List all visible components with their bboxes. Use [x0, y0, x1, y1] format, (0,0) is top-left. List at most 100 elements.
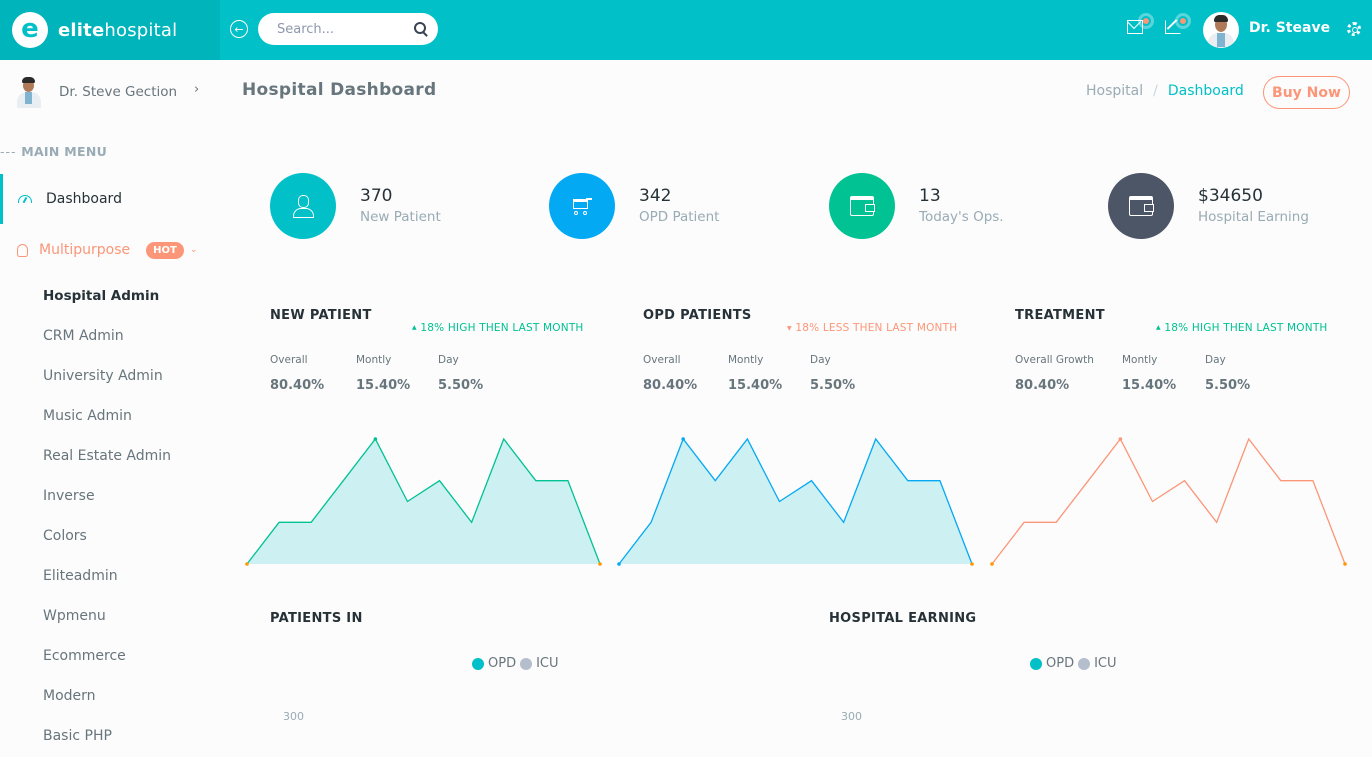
metric-label: Overall [643, 354, 681, 366]
sidebar-subitem-university-admin[interactable]: University Admin [43, 368, 163, 384]
legend-item-opd[interactable]: OPD [472, 656, 516, 671]
menu-label-text: MAIN MENU [21, 144, 108, 159]
sparkline-point [990, 562, 994, 566]
user-name[interactable]: Dr. Steave [1249, 20, 1330, 36]
hot-badge: HOT [146, 241, 184, 259]
sidebar-item-dashboard[interactable]: Dashboard [0, 174, 220, 224]
metric-label: Overall [270, 354, 308, 366]
gear-icon[interactable] [1347, 22, 1361, 36]
sidebar-item-multipurpose[interactable]: Multipurpose HOT ⌄ [0, 230, 220, 270]
legend-item-icu[interactable]: ICU [1078, 656, 1117, 671]
sidebar-subitem-eliteadmin[interactable]: Eliteadmin [43, 568, 118, 584]
metric-value: 80.40% [643, 378, 698, 393]
stat-hospital-earning: $34650 Hospital Earning [1108, 173, 1309, 239]
trend-indicator: ▲ 18% HIGH THEN LAST MONTH [412, 322, 584, 334]
legend-item-opd[interactable]: OPD [1030, 656, 1074, 671]
metric-value: 80.40% [270, 378, 325, 393]
sidebar-subitem-wpmenu[interactable]: Wpmenu [43, 608, 106, 624]
sidebar-subitem-music-admin[interactable]: Music Admin [43, 408, 132, 424]
mail-notification-dot [1138, 13, 1154, 29]
sparkline-new-patient [245, 437, 602, 566]
sparkline-area [247, 439, 600, 564]
avatar-image [14, 77, 44, 108]
breadcrumb-dashboard: Dashboard [1167, 83, 1244, 99]
breadcrumb-hospital[interactable]: Hospital [1086, 83, 1143, 99]
sidebar-subitem-modern[interactable]: Modern [43, 688, 96, 704]
legend-dot-icu [1078, 657, 1091, 670]
brand-text-rest: hospital [104, 19, 178, 41]
chevron-down-icon: ⌄ [189, 245, 198, 255]
edit-notification-dot [1175, 13, 1191, 29]
sparkline-point [681, 437, 685, 441]
stat-icon-circle [270, 173, 336, 239]
stat-label: Today's Ops. [919, 209, 1004, 225]
trend-text: 18% LESS THEN LAST MONTH [795, 322, 958, 334]
main-menu-label: --- MAIN MENU [0, 144, 107, 159]
metric-label: Montly [356, 354, 392, 366]
legend-label: OPD [488, 656, 517, 671]
metric-label: Day [438, 354, 459, 366]
legend-label: ICU [1094, 656, 1117, 671]
metric-value: 80.40% [1015, 378, 1070, 393]
metric-label: Day [1205, 354, 1226, 366]
menu-label-dash: --- [0, 144, 17, 159]
sidebar-subitem-crm-admin[interactable]: CRM Admin [43, 328, 124, 344]
sidebar-user-profile[interactable]: Dr. Steve Gection › [14, 76, 214, 108]
sidebar-subitem-inverse[interactable]: Inverse [43, 488, 95, 504]
stat-new-patient: 370 New Patient [270, 173, 441, 239]
trend-indicator: ▼ 18% LESS THEN LAST MONTH [787, 322, 957, 334]
wallet-icon [1129, 196, 1154, 216]
user-avatar[interactable] [1203, 12, 1239, 48]
sidebar-subitem-ecommerce[interactable]: Ecommerce [43, 648, 126, 664]
sidebar-user-name: Dr. Steve Gection [59, 84, 178, 100]
sparkline-opd-patients [617, 437, 974, 566]
trend-indicator: ▲ 18% HIGH THEN LAST MONTH [1156, 322, 1328, 334]
card-title: TREATMENT [1015, 308, 1105, 323]
sidebar-subitem-colors[interactable]: Colors [43, 528, 87, 544]
sparkline-point [598, 562, 602, 566]
search-box [258, 13, 438, 45]
brand-text-bold: elite [58, 19, 105, 41]
legend-dot-opd [1030, 657, 1042, 670]
legend-label: OPD [1046, 656, 1075, 671]
search-icon[interactable] [414, 22, 428, 36]
caret-up-icon: ▲ [1156, 324, 1161, 331]
caret-down-icon: ▼ [787, 325, 792, 332]
legend-item-icu[interactable]: ICU [520, 656, 559, 671]
brand[interactable]: e elitehospital [0, 0, 220, 60]
top-bar: e elitehospital ← Dr. Steave [0, 0, 1372, 60]
card-title: NEW PATIENT [270, 308, 372, 323]
stat-value: 13 [919, 186, 941, 206]
legend-label: ICU [536, 656, 559, 671]
stat-value: 370 [360, 186, 393, 206]
stat-todays-ops: 13 Today's Ops. [829, 173, 1004, 239]
cart-icon [571, 196, 593, 216]
stat-label: OPD Patient [639, 209, 720, 225]
sidebar-subitem-hospital-admin[interactable]: Hospital Admin [43, 288, 159, 304]
stat-value: 342 [639, 186, 672, 206]
brand-logo-letter: e [21, 13, 39, 44]
brand-logo-icon: e [12, 12, 48, 48]
buy-now-button[interactable]: Buy Now [1263, 76, 1350, 109]
lightbulb-icon [17, 243, 28, 257]
page-title: Hospital Dashboard [242, 80, 437, 100]
search-input[interactable] [277, 21, 414, 37]
metric-value: 5.50% [438, 378, 484, 393]
sidebar-subitem-real-estate-admin[interactable]: Real Estate Admin [43, 448, 171, 464]
breadcrumb: Hospital / Dashboard [1086, 83, 1244, 99]
sparkline-point [245, 562, 249, 566]
legend-dot-icu [520, 657, 533, 670]
sidebar-avatar [14, 77, 44, 108]
card-treatment: TREATMENT ▲ 18% HIGH THEN LAST MONTH Ove… [1015, 308, 1345, 393]
stat-opd-patient: 342 OPD Patient [549, 173, 719, 239]
sidebar-subitem-basic-php[interactable]: Basic PHP [43, 728, 112, 744]
trend-text: 18% HIGH THEN LAST MONTH [1164, 322, 1328, 334]
trend-text: 18% HIGH THEN LAST MONTH [420, 322, 584, 334]
user-icon [292, 195, 314, 218]
sparkline-point [1343, 562, 1347, 566]
metric-label: Overall Growth [1015, 354, 1094, 366]
metric-value: 5.50% [1205, 378, 1251, 393]
stat-icon-circle [829, 173, 895, 239]
stat-value: $34650 [1198, 186, 1263, 206]
sidebar-toggle-button[interactable]: ← [230, 20, 248, 38]
